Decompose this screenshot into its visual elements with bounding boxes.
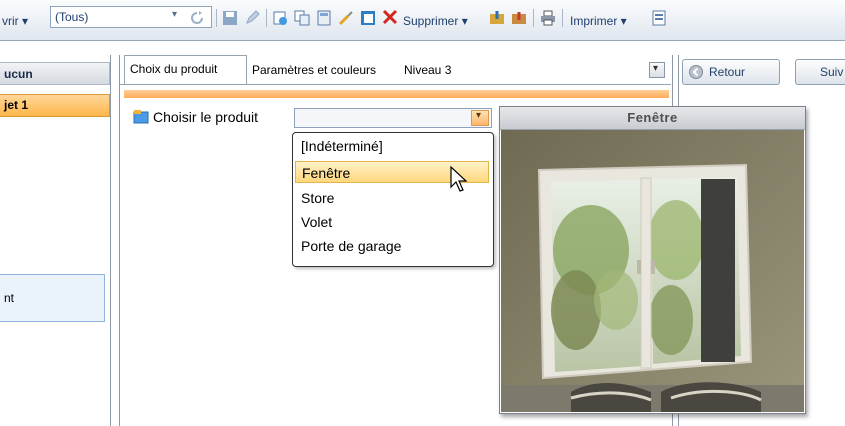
back-button-label: Retour	[709, 65, 746, 79]
tab-list-button[interactable]: ▾	[649, 62, 665, 78]
layout-icon[interactable]	[651, 10, 667, 26]
product-options-list: [Indéterminé] Fenêtre Store Volet Porte …	[292, 132, 494, 267]
dropdown-button[interactable]: ▾	[471, 110, 489, 126]
tab-label: Paramètres et couleurs	[252, 63, 377, 77]
option-porte-de-garage[interactable]: Porte de garage	[295, 235, 489, 257]
back-button[interactable]: Retour	[682, 59, 780, 85]
tab-label: Choix du produit	[130, 62, 218, 76]
toolbar-separator	[266, 9, 267, 27]
print-button[interactable]: Imprimer ▾	[570, 14, 627, 28]
next-button[interactable]: Suiv	[795, 59, 845, 85]
open-label: vrir	[2, 14, 19, 28]
back-icon	[688, 64, 704, 80]
selected-item-label: jet 1	[4, 98, 29, 112]
tab-choix-produit[interactable]: Choix du produit	[124, 55, 247, 84]
window-product-image	[501, 130, 804, 412]
left-pane-box-item[interactable]: nt	[0, 274, 105, 322]
edit-icon[interactable]	[244, 10, 260, 26]
delete-label: Supprimer	[403, 14, 459, 28]
chevron-down-icon: ▾	[653, 63, 659, 74]
export-icon[interactable]	[511, 10, 527, 26]
filter-value: (Tous)	[55, 10, 89, 24]
print-label: Imprimer	[570, 14, 618, 28]
new-document-icon[interactable]	[272, 10, 288, 26]
tab-strip-line	[120, 84, 671, 85]
left-pane-header-label: ucun	[4, 67, 33, 81]
box-item-label: nt	[4, 291, 15, 305]
refresh-icon[interactable]	[189, 10, 205, 26]
spreadsheet-icon[interactable]	[360, 10, 376, 26]
product-field-label: Choisir le produit	[153, 109, 259, 125]
chevron-down-icon[interactable]: ▾	[172, 9, 177, 20]
left-pane-selected-item[interactable]: jet 1	[0, 94, 110, 117]
left-pane-header[interactable]: ucun	[0, 62, 110, 85]
next-button-label: Suiv	[820, 65, 844, 79]
product-icon	[133, 109, 149, 125]
delete-icon[interactable]	[382, 9, 398, 25]
option-volet[interactable]: Volet	[295, 211, 489, 233]
save-icon[interactable]	[222, 10, 238, 26]
preview-title: Fenêtre	[500, 107, 805, 130]
copy-icon[interactable]	[294, 10, 310, 26]
tools-icon[interactable]	[338, 10, 354, 26]
tab-label: Niveau 3	[404, 63, 452, 77]
toolbar-separator	[216, 9, 217, 27]
product-select[interactable]: ▾	[294, 108, 492, 128]
calculator-icon[interactable]	[316, 10, 332, 26]
left-pane-divider	[110, 55, 111, 426]
section-header-bar	[124, 90, 669, 98]
option-indetermine[interactable]: [Indéterminé]	[295, 135, 489, 157]
toolbar-separator	[533, 9, 534, 27]
mouse-cursor-icon	[450, 166, 468, 192]
delete-button[interactable]: Supprimer ▾	[403, 14, 468, 28]
filter-dropdown[interactable]: (Tous)	[50, 6, 212, 28]
product-preview-popup: Fenêtre	[499, 106, 806, 414]
import-icon[interactable]	[489, 10, 505, 26]
printer-icon[interactable]	[540, 10, 556, 26]
toolbar-separator	[562, 9, 563, 27]
toolbar: vrir ▾ (Tous) ▾ Supprimer ▾ Imprimer ▾	[0, 0, 845, 41]
open-button[interactable]: vrir ▾	[2, 14, 28, 28]
chevron-down-icon: ▾	[476, 110, 482, 121]
